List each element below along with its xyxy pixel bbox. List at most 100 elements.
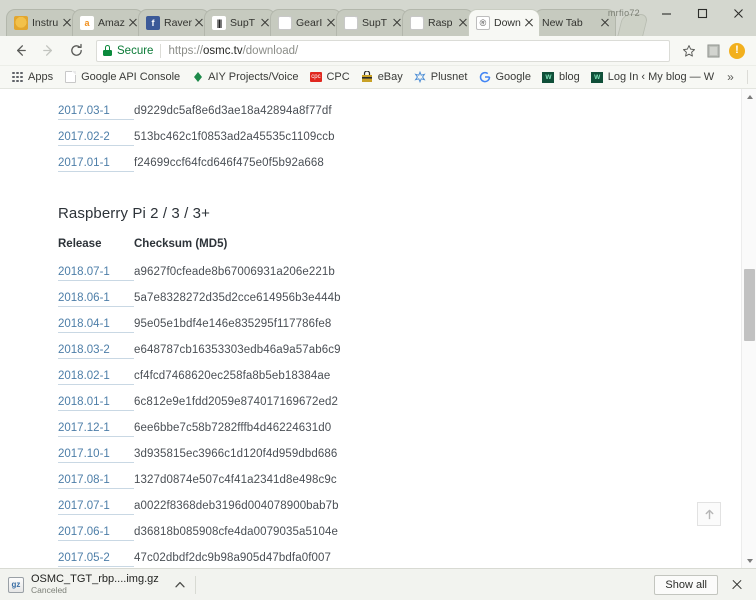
back-icon[interactable] <box>8 39 32 63</box>
bookmark-cpc[interactable]: cpc CPC <box>304 69 354 86</box>
vertical-scrollbar[interactable] <box>741 89 756 568</box>
url-domain: osmc.tv <box>202 44 243 57</box>
generic-page-icon <box>410 16 424 30</box>
blog-icon: W <box>591 71 604 84</box>
previous-section-rows: 2017.03-1 d9229dc5af8e6d3ae18a42894a8f77d… <box>58 103 741 181</box>
bookmark-ebay[interactable]: eBay <box>356 69 408 86</box>
release-link[interactable]: 2018.02-1 <box>58 368 134 385</box>
page-section-heading: Raspberry Pi 2 / 3 / 3+ <box>58 205 210 222</box>
close-icon[interactable] <box>720 0 756 26</box>
checksum-value: 6c812e9e1fdd2059e874017169672ed2 <box>134 396 339 408</box>
generic-page-icon <box>64 71 77 84</box>
bookmark-label: Google API Console <box>81 71 181 83</box>
bookmark-log-in-my-blog[interactable]: W Log In ‹ My blog — W <box>586 69 719 86</box>
tab-raspberry[interactable]: Rasp <box>402 9 474 36</box>
minimize-icon[interactable] <box>648 0 684 26</box>
tab-gearbest[interactable]: GearI <box>270 9 342 36</box>
tab-ravers[interactable]: f Raver <box>138 9 210 36</box>
scroll-down-icon[interactable] <box>742 553 756 568</box>
scroll-to-top-button[interactable] <box>697 502 721 526</box>
bookmark-plusnet[interactable]: Plusnet <box>409 69 473 86</box>
release-link[interactable]: 2017.10-1 <box>58 446 134 463</box>
instructables-icon <box>14 16 28 30</box>
bookmarks-overflow-icon[interactable]: » <box>720 70 741 84</box>
release-link[interactable]: 2017.02-2 <box>58 129 134 146</box>
scroll-up-icon[interactable] <box>742 89 756 104</box>
download-item[interactable]: gz OSMC_TGT_rbp....img.gz Canceled <box>8 572 165 598</box>
checksum-value: e648787cb16353303edb46a9a57ab6c9 <box>134 344 341 356</box>
omnibox-divider <box>160 43 162 58</box>
tab-supt-1[interactable]: ||| SupT <box>204 9 276 36</box>
release-link[interactable]: 2018.03-2 <box>58 342 134 359</box>
bookmark-google[interactable]: Google <box>473 69 535 86</box>
checksum-table-body: 2018.07-1 a9627f0cfeade8b67006931a206e221… <box>58 264 741 568</box>
release-link[interactable]: 2017.12-1 <box>58 420 134 437</box>
profile-avatar[interactable]: ! <box>726 40 748 62</box>
tab-label: Amaz <box>98 17 125 29</box>
bookmark-label: Apps <box>28 71 54 83</box>
release-link[interactable]: 2017.06-1 <box>58 524 134 541</box>
url-path: /download/ <box>242 44 299 57</box>
tab-new-tab[interactable]: New Tab <box>534 9 616 36</box>
bookmark-label: Plusnet <box>430 71 468 83</box>
release-link[interactable]: 2018.07-1 <box>58 264 134 281</box>
release-link[interactable]: 2018.04-1 <box>58 316 134 333</box>
release-link[interactable]: 2017.05-2 <box>58 550 134 567</box>
close-downloads-bar-icon[interactable] <box>726 574 748 596</box>
bookmark-blog[interactable]: W blog <box>537 69 585 86</box>
bookmark-label: Log In ‹ My blog — W <box>607 71 715 83</box>
downloads-bar-actions: Show all <box>654 574 748 596</box>
tab-supt-2[interactable]: SupT <box>336 9 408 36</box>
tab-label: SupT <box>362 17 388 29</box>
address-bar[interactable]: Secure https://osmc.tv/download/ <box>96 39 670 62</box>
tab-instructables[interactable]: Instru <box>6 9 78 36</box>
secure-label: Secure <box>117 44 154 57</box>
extension-icon[interactable] <box>702 40 724 62</box>
table-row: 2018.04-1 95e05e1bdf4e146e835295f117786fe… <box>58 316 741 342</box>
leaf-icon <box>191 71 204 84</box>
release-link[interactable]: 2017.08-1 <box>58 472 134 489</box>
release-link[interactable]: 2017.03-1 <box>58 103 134 120</box>
show-all-button[interactable]: Show all <box>654 574 718 595</box>
generic-page-icon <box>344 16 358 30</box>
download-menu-chevron-up-icon[interactable] <box>173 578 187 592</box>
table-row: 2018.02-1 cf4fcd7468620ec258fa8b5eb18384a… <box>58 368 741 394</box>
checksum-value: a0022f8368deb3196d004078900bab7b <box>134 500 339 512</box>
downloads-divider <box>194 575 196 594</box>
table-row: 2018.07-1 a9627f0cfeade8b67006931a206e221… <box>58 264 741 290</box>
bookmarks-bar: Apps Google API Console AIY Projects/Voi… <box>0 66 756 89</box>
checksum-value: d36818b085908cfe4da0079035a5104e <box>134 526 339 538</box>
avatar-warning-icon: ! <box>729 42 745 59</box>
browser-toolbar: Secure https://osmc.tv/download/ ! <box>0 36 756 66</box>
bookmark-google-api-console[interactable]: Google API Console <box>59 69 185 86</box>
apps-grid-icon <box>11 71 24 84</box>
table-row: 2017.08-1 1327d0874e507c4f41a2341d8e498c9… <box>58 472 741 498</box>
bookmark-aiy-projects-voice[interactable]: AIY Projects/Voice <box>186 69 303 86</box>
release-link[interactable]: 2017.07-1 <box>58 498 134 515</box>
bookmark-label: Google <box>495 71 531 83</box>
forward-icon <box>36 39 60 63</box>
bookmark-label: blog <box>558 71 580 83</box>
tab-label: GearI <box>296 17 323 29</box>
scrollbar-thumb[interactable] <box>744 269 755 341</box>
tab-amazon[interactable]: a Amaz <box>72 9 144 36</box>
reload-icon[interactable] <box>64 39 88 63</box>
bookmark-label: CPC <box>326 71 350 83</box>
tab-download-active[interactable]: ® Down <box>468 9 540 36</box>
release-link[interactable]: 2018.06-1 <box>58 290 134 307</box>
tab-close-icon[interactable] <box>523 17 535 29</box>
checksum-value: 1327d0874e507c4f41a2341d8e498c9c <box>134 474 337 486</box>
bookmark-star-icon[interactable] <box>678 40 700 62</box>
bookmark-apps[interactable]: Apps <box>6 69 58 86</box>
release-link[interactable]: 2018.01-1 <box>58 394 134 411</box>
checksum-value: 95e05e1bdf4e146e835295f117786fe8 <box>134 318 332 330</box>
downloads-bar: gz OSMC_TGT_rbp....img.gz Canceled Show … <box>0 568 756 600</box>
release-link[interactable]: 2017.01-1 <box>58 155 134 172</box>
table-header-row: Release Checksum (MD5) <box>58 238 741 264</box>
table-row: 2017.01-1 f24699ccf64fcd646f475e0f5b92a66… <box>58 155 741 181</box>
checksum-value: 3d935815ec3966c1d120f4d959dbd686 <box>134 448 338 460</box>
maximize-icon[interactable] <box>684 0 720 26</box>
column-header-release: Release <box>58 238 102 250</box>
bookmark-label: AIY Projects/Voice <box>208 71 299 83</box>
table-row: 2018.06-1 5a7e8328272d35d2cce614956b3e444… <box>58 290 741 316</box>
